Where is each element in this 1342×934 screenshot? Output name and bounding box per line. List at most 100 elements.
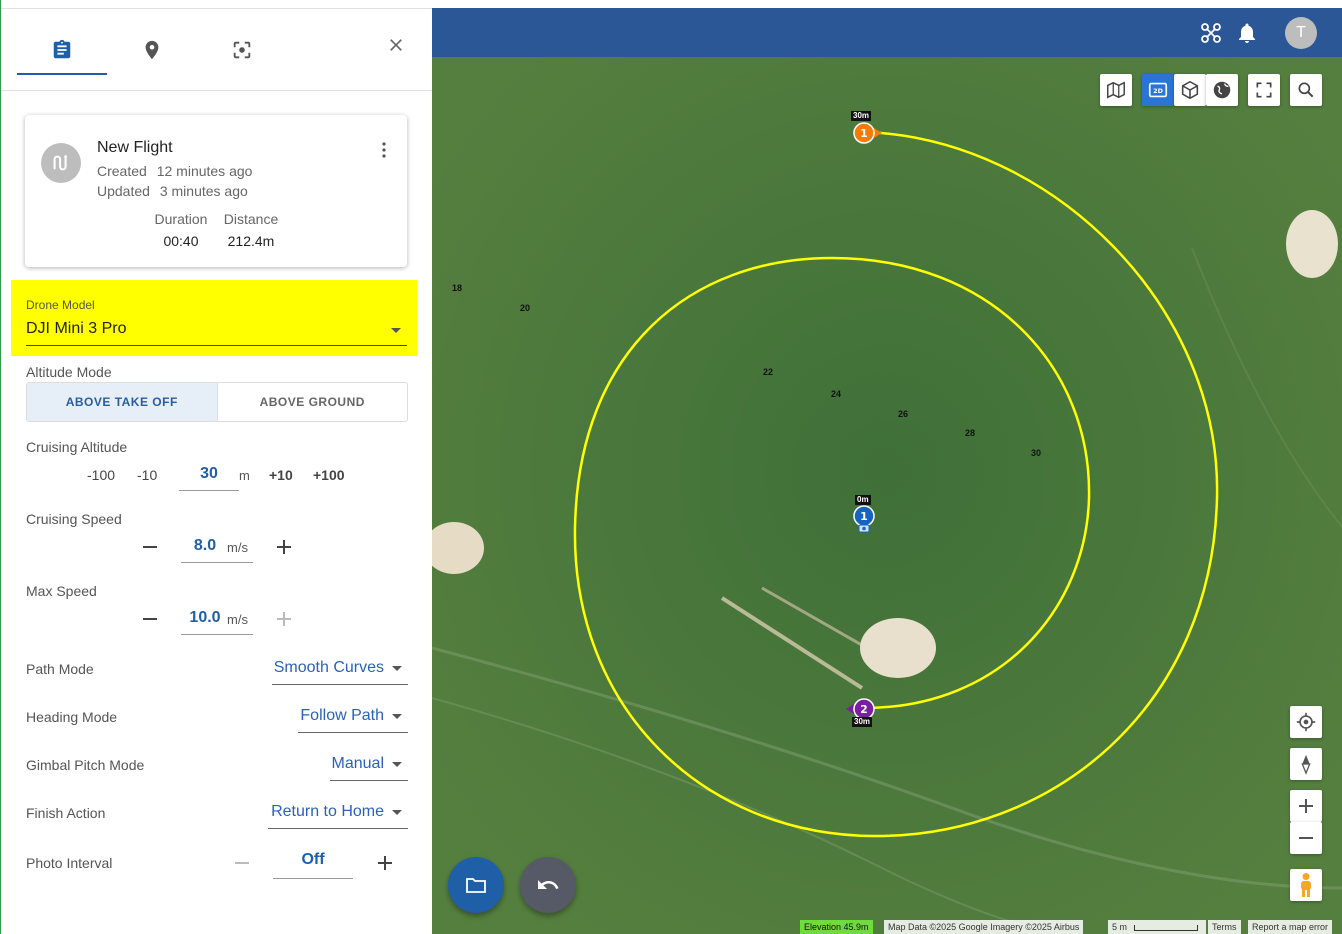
view-3d-button[interactable] <box>1174 74 1206 106</box>
created-row: Created 12 minutes ago <box>97 163 252 179</box>
contour-label: 26 <box>898 409 909 419</box>
max-speed-minus-icon[interactable] <box>142 611 158 627</box>
waypoint-number: 2 <box>860 703 868 716</box>
waypoint-marker[interactable]: 1 <box>852 121 886 145</box>
minus-icon <box>1299 837 1313 839</box>
user-avatar[interactable]: T <box>1285 17 1317 49</box>
bell-icon[interactable] <box>1235 21 1259 45</box>
tab-location[interactable] <box>107 31 197 75</box>
altitude-minus-10-button[interactable]: -10 <box>137 467 157 483</box>
terms-link[interactable]: Terms <box>1208 920 1241 934</box>
created-value: 12 minutes ago <box>156 163 253 179</box>
mission-panel: New Flight Created 12 minutes ago Update… <box>1 8 432 934</box>
elevation-readout: Elevation 45.9m <box>800 920 873 934</box>
contour-label: 22 <box>763 367 774 377</box>
map-view[interactable]: T 2D 18 20 22 24 26 28 30 30m 1 0m 1 2 3… <box>432 8 1342 934</box>
above-ground-button[interactable]: ABOVE GROUND <box>218 383 408 421</box>
contour-label: 30 <box>1031 448 1042 458</box>
crosshair-icon <box>1296 712 1316 732</box>
chevron-down-icon <box>392 714 402 719</box>
flight-title: New Flight <box>97 139 173 156</box>
flight-card: New Flight Created 12 minutes ago Update… <box>25 115 407 267</box>
undo-button[interactable] <box>520 857 576 913</box>
street-view-button[interactable] <box>1290 869 1322 901</box>
chevron-down-icon <box>392 762 402 767</box>
updated-value: 3 minutes ago <box>159 183 248 199</box>
open-folder-button[interactable] <box>448 857 504 913</box>
layers-map-button[interactable] <box>1100 74 1132 106</box>
chevron-down-icon <box>391 328 401 333</box>
tab-mission[interactable] <box>17 31 107 75</box>
speed-minus-icon[interactable] <box>142 539 158 555</box>
scale-bar[interactable]: 5 m <box>1108 920 1206 934</box>
2d-icon: 2D <box>1148 82 1168 98</box>
folder-icon <box>466 878 486 893</box>
duration-stat: Duration 00:40 <box>149 211 213 249</box>
waypoint-altitude-label: 30m <box>851 111 872 121</box>
drone-icon[interactable] <box>1199 21 1223 45</box>
altitude-minus-100-button[interactable]: -100 <box>87 467 115 483</box>
altitude-plus-100-button[interactable]: +100 <box>313 467 345 483</box>
zoom-out-button[interactable] <box>1290 822 1322 854</box>
updated-label: Updated <box>97 183 150 199</box>
search-map-button[interactable] <box>1290 74 1322 106</box>
contour-label: 18 <box>452 283 463 293</box>
contour-label: 20 <box>520 303 531 313</box>
contour-label: 24 <box>831 389 842 399</box>
home-waypoint-marker[interactable]: 1 <box>850 505 878 535</box>
cruising-speed-underline <box>181 562 253 563</box>
duration-value: 00:40 <box>163 233 199 249</box>
gimbal-pitch-mode-label: Gimbal Pitch Mode <box>26 757 145 773</box>
speed-plus-icon[interactable] <box>276 539 292 555</box>
my-location-button[interactable] <box>1290 706 1322 738</box>
above-take-off-button[interactable]: ABOVE TAKE OFF <box>27 383 218 421</box>
distance-value: 212.4m <box>227 233 275 249</box>
flight-avatar <box>41 143 81 183</box>
altitude-unit: m <box>239 468 250 483</box>
globe-view-button[interactable] <box>1206 74 1238 106</box>
drone-model-label: Drone Model <box>26 298 95 312</box>
waypoint-number: 1 <box>860 127 868 140</box>
altitude-input[interactable]: 30 <box>179 465 239 491</box>
compass-button[interactable] <box>1290 748 1322 780</box>
fullscreen-button[interactable] <box>1248 74 1280 106</box>
waypoint-altitude-label: 30m <box>852 717 873 727</box>
photo-interval-input[interactable]: Off <box>273 851 353 879</box>
cruising-speed-input[interactable]: 8.0 <box>181 537 229 563</box>
finish-action-select[interactable]: Return to Home <box>268 799 408 829</box>
path-mode-select[interactable]: Smooth Curves <box>272 655 408 685</box>
report-map-error-link[interactable]: Report a map error <box>1248 920 1333 934</box>
updated-row: Updated 3 minutes ago <box>97 183 248 199</box>
distance-stat: Distance 212.4m <box>219 211 283 249</box>
cruising-speed-unit: m/s <box>227 540 248 555</box>
gimbal-pitch-mode-select[interactable]: Manual <box>330 751 408 781</box>
duration-label: Duration <box>154 211 208 227</box>
zoom-in-button[interactable] <box>1290 790 1322 822</box>
photo-interval-plus-icon[interactable] <box>377 855 393 871</box>
photo-interval-minus-icon <box>235 862 249 864</box>
scale-line <box>1133 924 1198 931</box>
heading-mode-label: Heading Mode <box>26 709 118 725</box>
heading-mode-select[interactable]: Follow Path <box>298 703 408 733</box>
fullscreen-icon <box>1256 82 1272 98</box>
close-icon[interactable] <box>386 35 406 55</box>
search-icon <box>1298 82 1314 98</box>
drone-model-select[interactable]: Drone Model DJI Mini 3 Pro <box>11 280 417 356</box>
more-vert-icon[interactable] <box>381 141 387 159</box>
altitude-plus-10-button[interactable]: +10 <box>269 467 293 483</box>
map-layers-icon <box>1107 81 1125 99</box>
app-window: New Flight Created 12 minutes ago Update… <box>0 0 1342 934</box>
cruising-altitude-label: Cruising Altitude <box>26 439 128 455</box>
tab-focus[interactable] <box>197 31 287 75</box>
waypoint-number: 1 <box>860 510 868 523</box>
cruising-speed-label: Cruising Speed <box>26 511 122 527</box>
route-icon <box>53 155 67 171</box>
plus-icon <box>1299 799 1313 813</box>
chevron-down-icon <box>392 666 402 671</box>
focus-frame-icon <box>233 41 251 59</box>
pegman-icon <box>1301 873 1311 897</box>
view-2d-button[interactable]: 2D <box>1142 74 1174 106</box>
path-mode-label: Path Mode <box>26 661 94 677</box>
max-speed-input[interactable]: 10.0 <box>181 609 229 635</box>
heading-mode-value: Follow Path <box>300 707 384 724</box>
